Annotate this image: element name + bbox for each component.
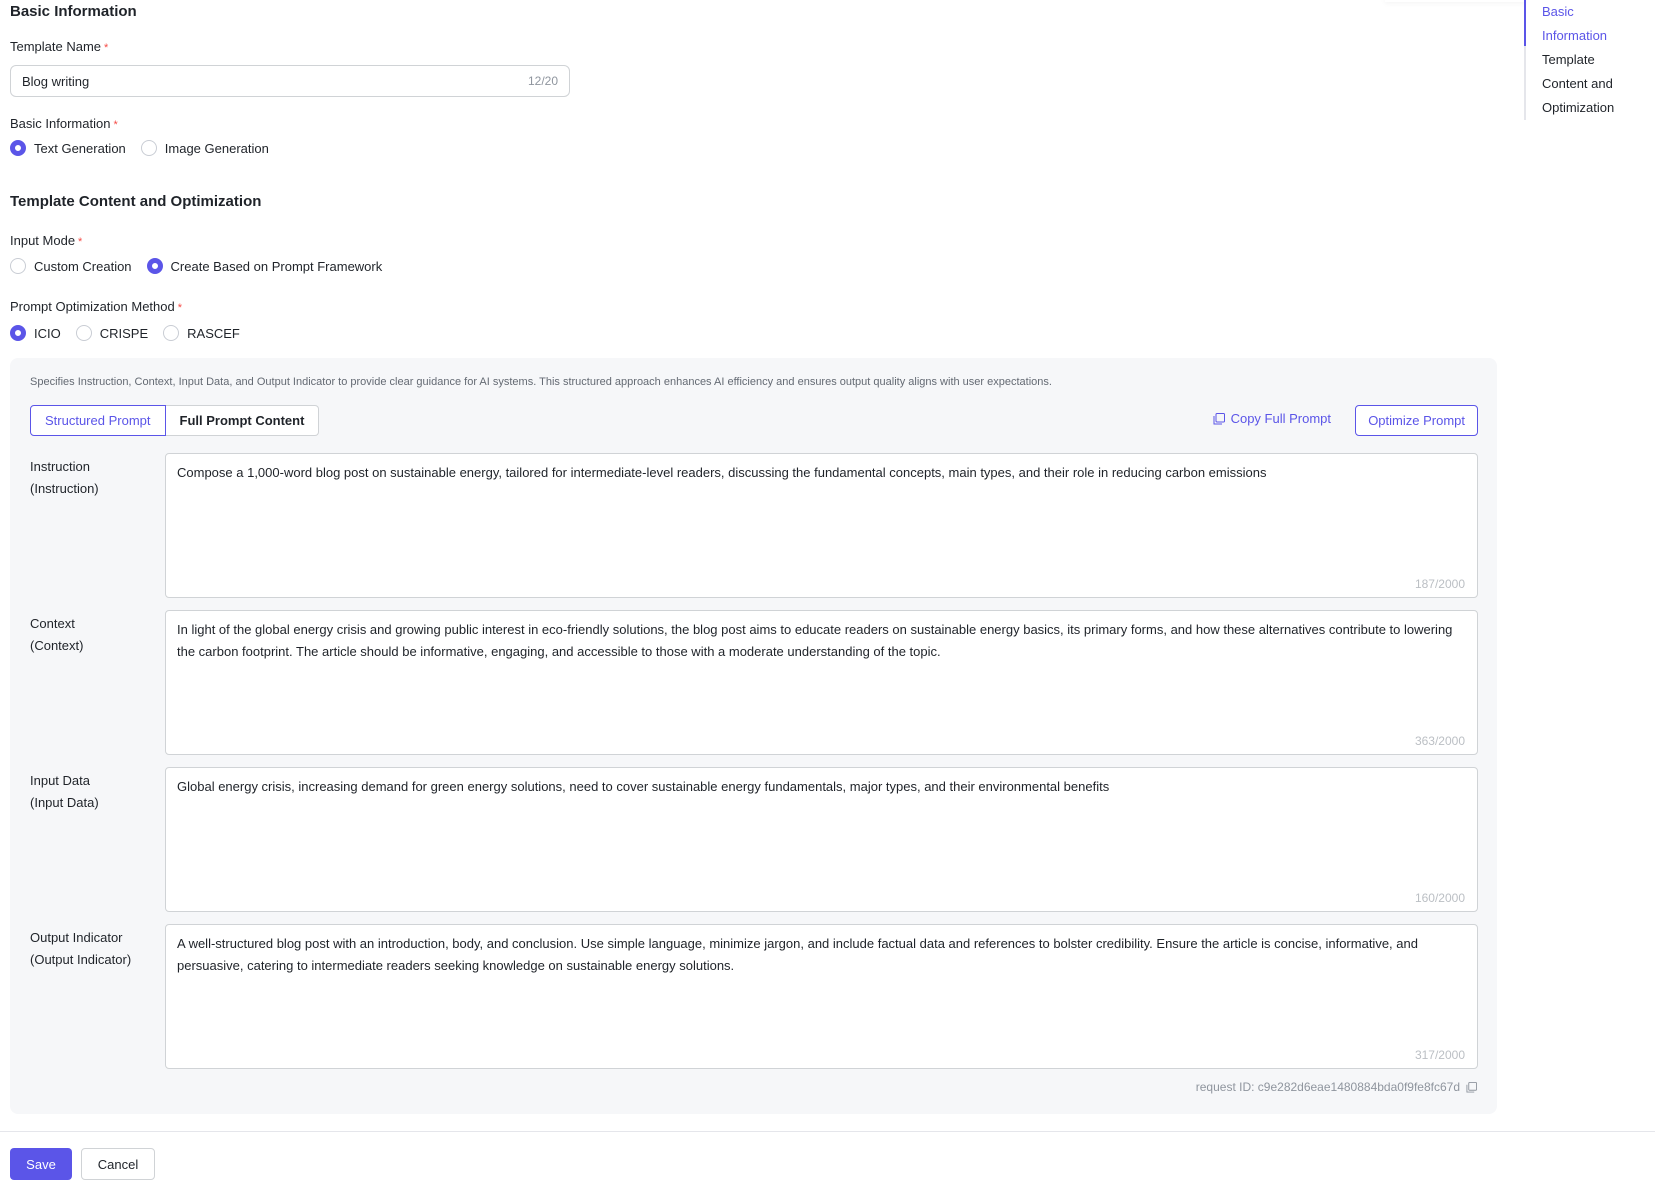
optimize-prompt-button[interactable]: Optimize Prompt: [1355, 405, 1478, 436]
radio-checked-icon: [10, 140, 26, 156]
instruction-label: Instruction (Instruction): [30, 459, 99, 496]
tab-structured-prompt[interactable]: Structured Prompt: [30, 405, 166, 436]
template-name-count: 12/20: [527, 74, 558, 88]
radio-prompt-framework[interactable]: Create Based on Prompt Framework: [146, 258, 382, 274]
radio-unchecked-icon: [10, 258, 26, 274]
input-data-label: Input Data (Input Data): [30, 773, 99, 810]
anchor-basic-information[interactable]: Basic Information: [1526, 0, 1636, 48]
template-name-value: Blog writing: [22, 73, 90, 89]
tab-full-prompt-content[interactable]: Full Prompt Content: [165, 405, 320, 436]
method-label: Prompt Optimization Method *: [10, 299, 183, 314]
radio-checked-icon: [10, 325, 26, 341]
input-data-count: 160/2000: [1414, 891, 1465, 905]
request-id: request ID: c9e282d6eae1480884bda0f9fe8f…: [1196, 1080, 1477, 1094]
anchor-nav: Basic Information Template Content and O…: [1524, 0, 1655, 120]
radio-rascef[interactable]: RASCEF: [163, 325, 240, 341]
radio-unchecked-icon: [75, 325, 92, 341]
anchor-template-content[interactable]: Template Content and Optimization: [1526, 48, 1636, 120]
context-count: 363/2000: [1414, 734, 1465, 748]
copy-request-id-icon[interactable]: [1466, 1081, 1477, 1093]
section-title-content: Template Content and Optimization: [10, 193, 262, 210]
radio-unchecked-icon: [140, 140, 157, 156]
radio-custom-creation[interactable]: Custom Creation: [10, 258, 132, 274]
template-name-input[interactable]: Blog writing 12/20: [10, 65, 570, 97]
framework-description: Specifies Instruction, Context, Input Da…: [30, 376, 1052, 388]
save-button[interactable]: Save: [10, 1148, 72, 1180]
radio-icio[interactable]: ICIO: [10, 325, 61, 341]
output-indicator-count: 317/2000: [1414, 1048, 1465, 1062]
prompt-view-toggle: Structured Prompt Full Prompt Content: [30, 405, 320, 436]
method-radio-group: ICIO CRISPE RASCEF: [10, 325, 255, 341]
anchor-active-bar: [1524, 0, 1526, 46]
output-indicator-textarea[interactable]: A well-structured blog post with an intr…: [165, 924, 1478, 1069]
prompt-panel: Specifies Instruction, Context, Input Da…: [10, 358, 1497, 1114]
copy-full-prompt-button[interactable]: Copy Full Prompt: [1213, 411, 1331, 426]
instruction-count: 187/2000: [1414, 577, 1465, 591]
input-mode-radio-group: Custom Creation Create Based on Prompt F…: [10, 258, 397, 274]
copy-icon: [1213, 412, 1225, 424]
top-shadow: [1385, 0, 1525, 2]
type-label: Basic Information *: [10, 116, 118, 131]
radio-unchecked-icon: [163, 325, 180, 341]
context-label: Context (Context): [30, 616, 84, 653]
cancel-button[interactable]: Cancel: [81, 1148, 155, 1180]
radio-text-generation[interactable]: Text Generation: [10, 140, 126, 156]
type-radio-group: Text Generation Image Generation: [10, 140, 284, 156]
input-data-textarea[interactable]: Global energy crisis, increasing demand …: [165, 767, 1478, 912]
radio-image-generation[interactable]: Image Generation: [140, 140, 269, 156]
footer-divider: [0, 1131, 1655, 1132]
output-indicator-label: Output Indicator (Output Indicator): [30, 930, 132, 967]
instruction-textarea[interactable]: Compose a 1,000-word blog post on sustai…: [165, 453, 1478, 598]
input-mode-label: Input Mode *: [10, 233, 83, 248]
radio-crispe[interactable]: CRISPE: [75, 325, 148, 341]
radio-checked-icon: [146, 258, 163, 274]
template-name-label: Template Name *: [10, 39, 109, 54]
context-textarea[interactable]: In light of the global energy crisis and…: [165, 610, 1478, 755]
section-title-basic: Basic Information: [10, 3, 137, 20]
